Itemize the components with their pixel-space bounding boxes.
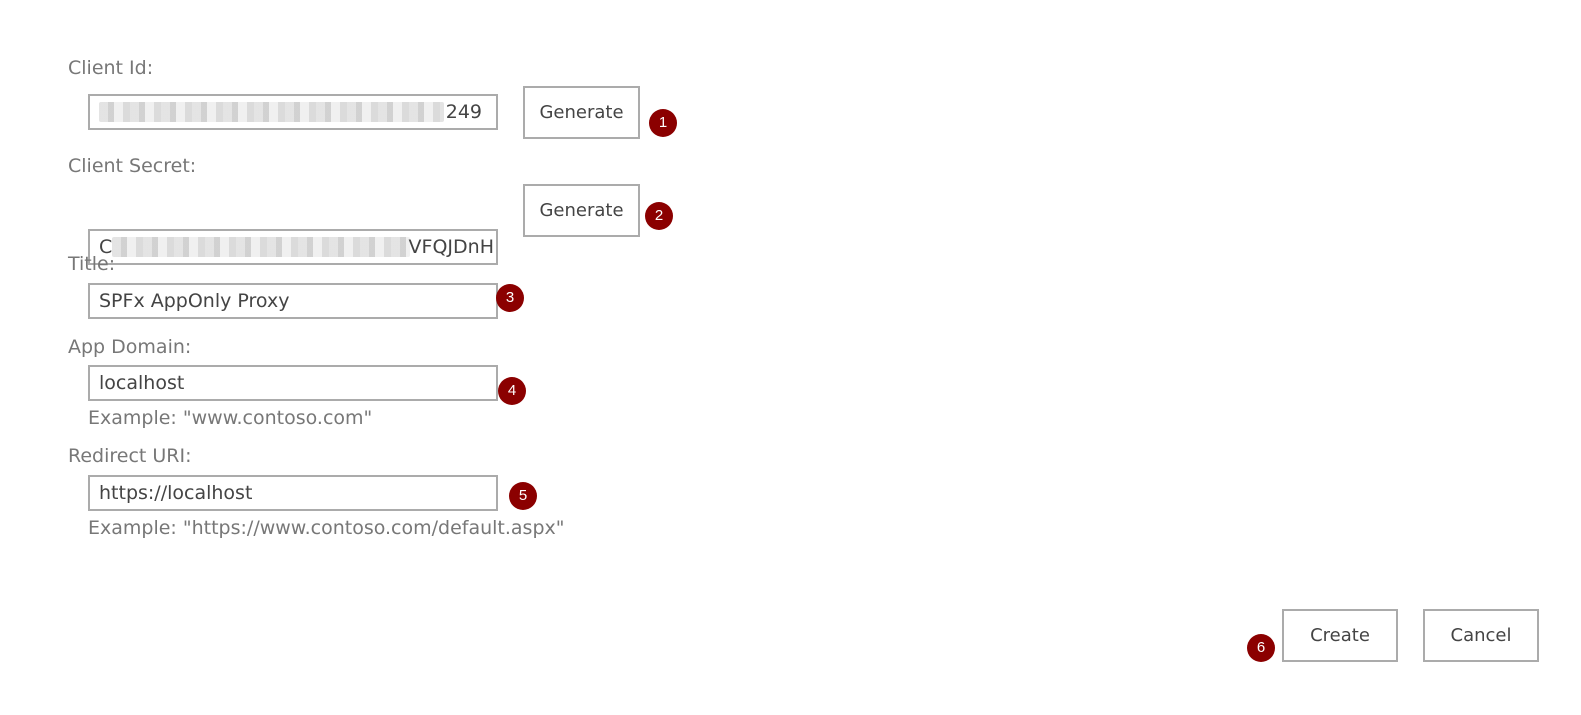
client-id-redaction — [99, 102, 444, 122]
redirect-uri-hint: Example: "https://www.contoso.com/defaul… — [88, 517, 565, 539]
app-domain-hint: Example: "www.contoso.com" — [88, 407, 373, 429]
step-badge-4: 4 — [498, 377, 526, 405]
step-badge-5: 5 — [509, 482, 537, 510]
step-badge-6: 6 — [1247, 634, 1275, 662]
client-secret-visible-tail: VFQJDnH — [408, 236, 494, 258]
client-id-input[interactable]: 249 — [88, 94, 498, 130]
generate-client-id-button[interactable]: Generate — [523, 86, 640, 139]
step-badge-1: 1 — [649, 109, 677, 137]
create-button[interactable]: Create — [1282, 609, 1398, 662]
step-badge-2: 2 — [645, 202, 673, 230]
title-input[interactable]: SPFx AppOnly Proxy — [88, 283, 498, 319]
client-secret-input[interactable]: C VFQJDnH — [88, 229, 498, 265]
client-secret-redaction — [112, 237, 410, 257]
client-secret-label: Client Secret: — [68, 155, 197, 177]
redirect-uri-label: Redirect URI: — [68, 445, 192, 467]
step-badge-3: 3 — [496, 284, 524, 312]
redirect-uri-input[interactable]: https://localhost — [88, 475, 498, 511]
app-domain-label: App Domain: — [68, 336, 192, 358]
cancel-button[interactable]: Cancel — [1423, 609, 1539, 662]
app-domain-input[interactable]: localhost — [88, 365, 498, 401]
title-label: Title: — [68, 253, 116, 275]
app-registration-form: Client Id: 249 Generate 1 Client Secret:… — [0, 0, 1581, 715]
client-id-visible-text: 249 — [445, 101, 482, 123]
client-id-label: Client Id: — [68, 57, 154, 79]
generate-client-secret-button[interactable]: Generate — [523, 184, 640, 237]
